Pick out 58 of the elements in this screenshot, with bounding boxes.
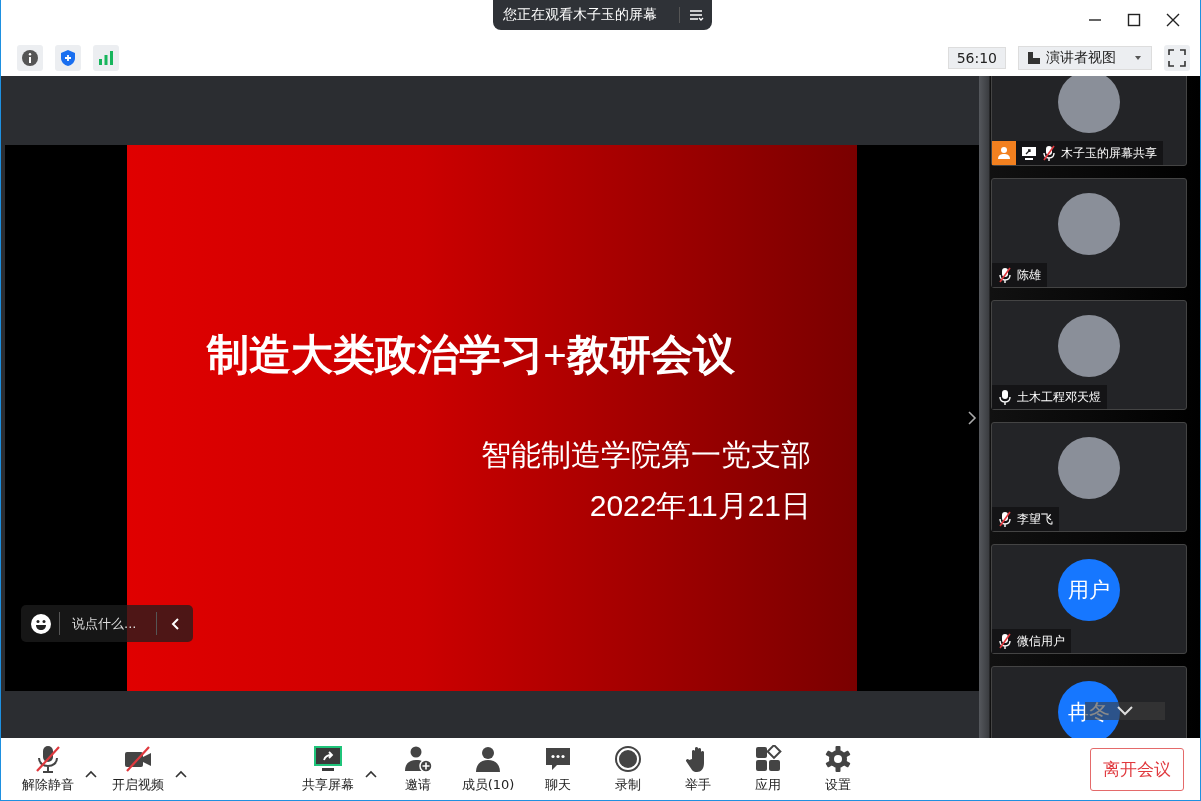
caret-up-icon[interactable] (85, 770, 97, 778)
slide-subtitle: 智能制造学院第一党支部 (481, 437, 811, 473)
mic-button[interactable]: 解除静音 (13, 744, 83, 794)
host-badge-icon (992, 141, 1016, 165)
add-person-icon (403, 744, 433, 773)
muted-mic-icon (1042, 145, 1056, 161)
text-avatar: 用户 (1058, 559, 1120, 621)
chat-bar[interactable]: 说点什么... (21, 605, 193, 642)
apps-icon (753, 744, 783, 773)
banner-text: 您正在观看木子玉的屏幕 (503, 6, 658, 24)
monitor-icon (313, 744, 343, 773)
muted-mic-icon (998, 511, 1012, 527)
share-button[interactable]: 共享屏幕 (293, 744, 363, 794)
view-dropdown[interactable]: 演讲者视图 (1018, 46, 1152, 70)
close-icon[interactable] (1166, 13, 1180, 27)
muted-mic-icon (998, 267, 1012, 283)
menu-icon[interactable] (679, 7, 704, 23)
collapse-chevron-icon[interactable] (171, 616, 181, 631)
video-camera-icon (123, 744, 153, 773)
participant-tile[interactable]: 用户 微信用户 (991, 544, 1187, 654)
settings-button[interactable]: 设置 (803, 744, 873, 794)
caret-up-icon[interactable] (175, 770, 187, 778)
participant-name: 李望飞 (1017, 510, 1053, 528)
participant-tile[interactable]: 李望飞 (991, 422, 1187, 532)
record-button[interactable]: 录制 (593, 744, 663, 794)
participant-tile[interactable]: 木子玉的屏幕共享 (991, 76, 1187, 166)
hand-button[interactable]: 举手 (663, 744, 733, 794)
chat-input-field[interactable]: 说点什么... (59, 612, 157, 635)
invite-button[interactable]: 邀请 (383, 744, 453, 794)
members-button[interactable]: 成员(10) (453, 744, 523, 794)
participant-name: 土木工程邓天煜 (1017, 388, 1101, 406)
slide-title: 制造大类政治学习+教研会议 (205, 331, 736, 380)
chat-button[interactable]: 聊天 (523, 744, 593, 794)
person-icon (473, 744, 503, 773)
video-button[interactable]: 开启视频 (103, 744, 173, 794)
participant-tile[interactable]: 陈雄 (991, 178, 1187, 288)
participant-name: 木子玉的屏幕共享 (1061, 144, 1157, 162)
muted-mic-icon (998, 633, 1012, 649)
microphone-icon (33, 744, 63, 773)
settings-icon (823, 744, 853, 773)
record-icon (613, 744, 643, 773)
text-avatar: 冉冬 (1058, 681, 1120, 738)
participant-name: 微信用户 (1017, 632, 1065, 650)
meeting-timer: 56:10 (947, 47, 1006, 69)
emoji-icon[interactable] (31, 613, 51, 634)
mic-icon (998, 389, 1012, 405)
maximize-icon[interactable] (1127, 13, 1141, 27)
caret-up-icon[interactable] (365, 770, 377, 778)
chevron-right-icon[interactable] (967, 410, 977, 426)
participant-tile[interactable]: 土木工程邓天煜 (991, 300, 1187, 410)
leave-meeting-button[interactable]: 离开会议 (1090, 747, 1184, 791)
avatar-placeholder (1058, 76, 1120, 133)
screen-share-icon (1021, 146, 1037, 160)
participant-name: 陈雄 (1017, 266, 1041, 284)
slide-date: 2022年11月21日 (589, 488, 811, 524)
apps-button[interactable]: 应用 (733, 744, 803, 794)
layout-icon (1027, 51, 1041, 65)
participant-tile[interactable]: 冉冬 (991, 666, 1187, 738)
